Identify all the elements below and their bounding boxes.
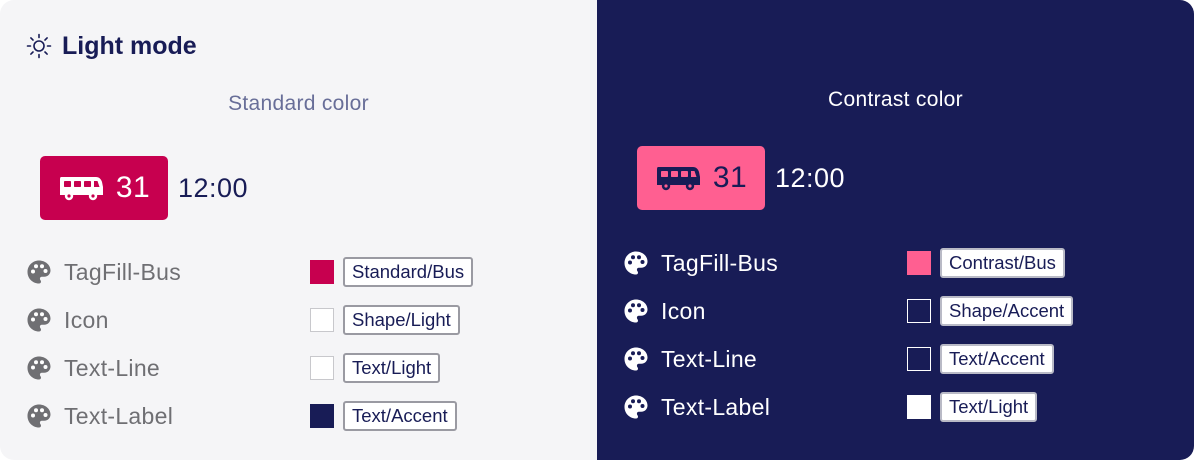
palette-icon — [624, 299, 648, 323]
token-name: TagFill-Bus — [661, 249, 779, 276]
color-swatch — [310, 404, 334, 428]
departure-preview: 31 12:00 — [637, 146, 845, 210]
bus-line-tag: 31 — [637, 146, 765, 210]
departure-time: 12:00 — [775, 162, 846, 193]
sun-icon — [26, 33, 52, 59]
token-row: Text-Line Text/Light — [26, 348, 586, 396]
palette-icon — [624, 347, 648, 371]
token-list-contrast: TagFill-Bus Contrast/Bus Icon Shape/Acce… — [623, 243, 1183, 435]
token-name: Text-Line — [64, 354, 161, 381]
token-row: Icon Shape/Light — [26, 300, 586, 348]
bus-icon — [59, 177, 103, 201]
token-row: Text-Label Text/Light — [623, 387, 1183, 435]
palette-icon — [27, 308, 51, 332]
token-name: Icon — [64, 306, 109, 333]
token-name: Text-Line — [661, 345, 758, 372]
color-swatch — [310, 260, 334, 284]
line-number: 31 — [115, 171, 151, 204]
column-title-contrast: Contrast color — [828, 88, 963, 111]
token-name: Text-Label — [64, 402, 174, 429]
palette-icon — [27, 356, 51, 380]
line-number: 31 — [712, 161, 748, 194]
bus-icon — [656, 167, 700, 191]
departure-time: 12:00 — [178, 172, 249, 203]
color-swatch — [907, 299, 931, 323]
token-name: Text-Label — [661, 393, 771, 420]
color-token-chip[interactable]: Shape/Accent — [940, 296, 1074, 326]
color-token-chip[interactable]: Contrast/Bus — [940, 248, 1065, 278]
color-token-chip[interactable]: Text/Light — [343, 353, 441, 383]
page-title: Light mode — [62, 31, 197, 60]
palette-icon — [27, 260, 51, 284]
departure-preview: 31 12:00 — [40, 156, 248, 220]
token-name: Icon — [661, 297, 706, 324]
color-swatch — [907, 347, 931, 371]
token-row: Icon Shape/Accent — [623, 291, 1183, 339]
color-swatch — [310, 356, 334, 380]
palette-icon — [624, 395, 648, 419]
color-swatch — [310, 308, 334, 332]
color-token-chip[interactable]: Standard/Bus — [343, 257, 474, 287]
color-token-card: Light mode Standard color 31 12:00 TagFi… — [0, 0, 1194, 460]
color-swatch — [907, 395, 931, 419]
color-token-chip[interactable]: Text/Accent — [343, 401, 457, 431]
token-name: TagFill-Bus — [64, 258, 182, 285]
light-mode-panel: Light mode Standard color 31 12:00 TagFi… — [0, 0, 597, 460]
mode-header: Light mode — [26, 30, 197, 62]
bus-line-tag: 31 — [40, 156, 168, 220]
token-row: TagFill-Bus Contrast/Bus — [623, 243, 1183, 291]
token-row: Text-Label Text/Accent — [26, 396, 586, 444]
palette-icon — [27, 404, 51, 428]
color-token-chip[interactable]: Text/Light — [940, 392, 1038, 422]
column-title-standard: Standard color — [228, 92, 369, 115]
token-row: Text-Line Text/Accent — [623, 339, 1183, 387]
token-row: TagFill-Bus Standard/Bus — [26, 252, 586, 300]
palette-icon — [624, 251, 648, 275]
color-token-chip[interactable]: Text/Accent — [940, 344, 1054, 374]
color-swatch — [907, 251, 931, 275]
color-token-chip[interactable]: Shape/Light — [343, 305, 460, 335]
contrast-mode-panel: Contrast color 31 12:00 TagFill-Bus Cont… — [597, 0, 1194, 460]
token-list-light: TagFill-Bus Standard/Bus Icon Shape/Ligh… — [26, 252, 586, 444]
